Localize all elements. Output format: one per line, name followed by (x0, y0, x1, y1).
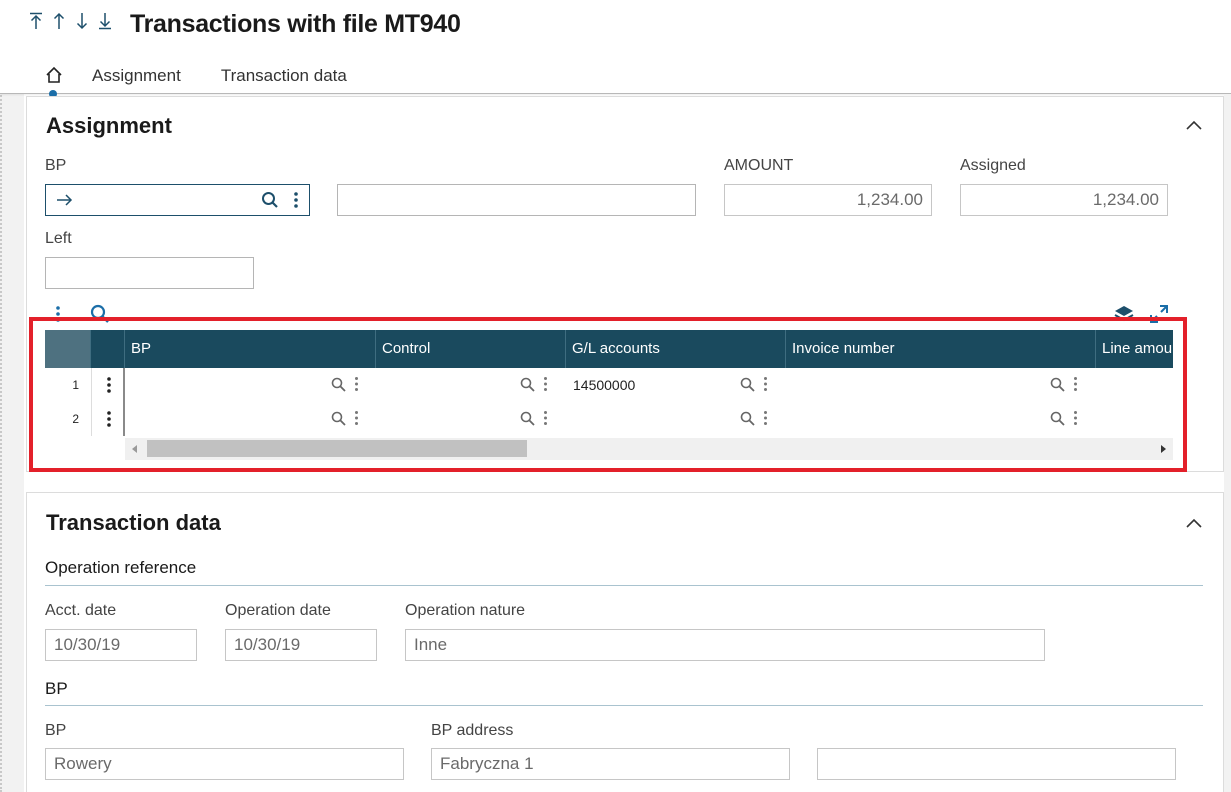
record-navigation (28, 12, 112, 36)
bp-address-field: Fabryczna 1 (431, 748, 790, 780)
more-options-icon[interactable] (293, 191, 299, 209)
last-record-icon[interactable] (97, 12, 112, 36)
amount-label: AMOUNT (724, 157, 794, 174)
page-header: Transactions with file MT940 Assignment … (0, 0, 1231, 98)
tab-transaction-data[interactable]: Transaction data (221, 64, 347, 88)
assigned-field: 1,234.00 (960, 184, 1168, 216)
bp-field[interactable] (45, 184, 310, 216)
transaction-data-title: Transaction data (46, 510, 221, 535)
collapse-transaction-icon[interactable] (1185, 515, 1203, 533)
divider (45, 585, 1203, 586)
right-scroll-strip (1224, 94, 1231, 792)
bp-address-label: BP address (431, 722, 514, 739)
bp-heading: BP (45, 679, 68, 698)
acct-date-label: Acct. date (45, 602, 117, 619)
tab-assignment[interactable]: Assignment (92, 64, 181, 88)
bp-description-field[interactable] (337, 184, 696, 216)
assigned-label: Assigned (960, 157, 1026, 174)
arrow-right-icon[interactable] (56, 193, 74, 207)
home-icon (46, 66, 62, 83)
operation-reference-heading: Operation reference (45, 558, 197, 577)
transaction-bp-label: BP (45, 722, 67, 739)
previous-record-icon[interactable] (51, 12, 66, 36)
acct-date-field: 10/30/19 (45, 629, 197, 661)
left-field[interactable] (45, 257, 254, 289)
divider (45, 705, 1203, 706)
bp-address-extra-field (817, 748, 1176, 780)
search-icon[interactable] (261, 191, 279, 209)
section-tabs: Assignment Transaction data (40, 64, 387, 98)
bp-label: BP (45, 157, 67, 174)
left-label: Left (45, 230, 72, 247)
operation-nature-field: Inne (405, 629, 1045, 661)
assignment-title: Assignment (46, 113, 172, 138)
operation-date-label: Operation date (225, 602, 331, 619)
collapse-assignment-icon[interactable] (1185, 117, 1203, 135)
transaction-bp-field: Rowery (45, 748, 404, 780)
next-record-icon[interactable] (74, 12, 89, 36)
operation-date-field: 10/30/19 (225, 629, 377, 661)
first-record-icon[interactable] (28, 12, 43, 36)
left-panel-strip (0, 0, 24, 792)
amount-field: 1,234.00 (724, 184, 932, 216)
page-title: Transactions with file MT940 (130, 10, 461, 38)
tab-home[interactable] (40, 64, 68, 98)
highlight-frame (29, 317, 1187, 472)
operation-nature-label: Operation nature (405, 602, 526, 619)
